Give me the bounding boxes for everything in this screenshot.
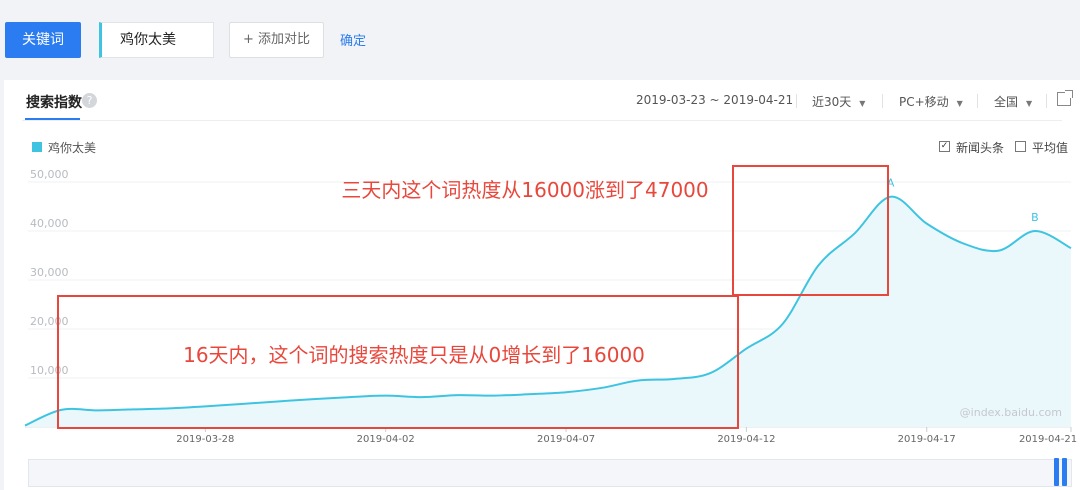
y-tick-label: 10,000 bbox=[30, 364, 69, 377]
marker-b[interactable]: B bbox=[1031, 211, 1039, 224]
annotation-text-b: 16天内，这个词的搜索热度只是从0增长到了16000 bbox=[183, 343, 645, 367]
search-index-chart: 10,00020,00030,00040,00050,000 AB 2019-0… bbox=[24, 165, 1077, 445]
x-tick-label: 2019-04-21 bbox=[1019, 434, 1077, 445]
y-tick-label: 20,000 bbox=[30, 315, 69, 328]
watermark: @index.baidu.com bbox=[960, 406, 1062, 419]
y-axis-ticks: 10,000 20,000 30,000 40,000 50,000 bbox=[30, 168, 69, 377]
y-tick-label: 40,000 bbox=[30, 217, 69, 230]
range-slider-track[interactable] bbox=[28, 459, 1072, 487]
x-tick-label: 2019-03-28 bbox=[176, 434, 234, 445]
x-axis-ticks: 2019-03-28 2019-04-02 2019-04-07 2019-04-12… bbox=[176, 427, 1077, 445]
x-tick-label: 2019-04-12 bbox=[717, 434, 775, 445]
y-tick-label: 30,000 bbox=[30, 266, 69, 279]
x-tick-label: 2019-04-02 bbox=[357, 434, 415, 445]
baidu-index-page: 关键词 鸡你太美 + 添加对比 确定 搜索指数 ? 2019-03-23 ~ 2… bbox=[0, 0, 1080, 490]
annotation-text-a: 三天内这个词热度从16000涨到了47000 bbox=[341, 178, 708, 202]
x-tick-label: 2019-04-17 bbox=[898, 434, 956, 445]
y-tick-label: 50,000 bbox=[30, 168, 69, 181]
range-slider-handle[interactable] bbox=[1054, 458, 1070, 486]
x-tick-label: 2019-04-07 bbox=[537, 434, 595, 445]
